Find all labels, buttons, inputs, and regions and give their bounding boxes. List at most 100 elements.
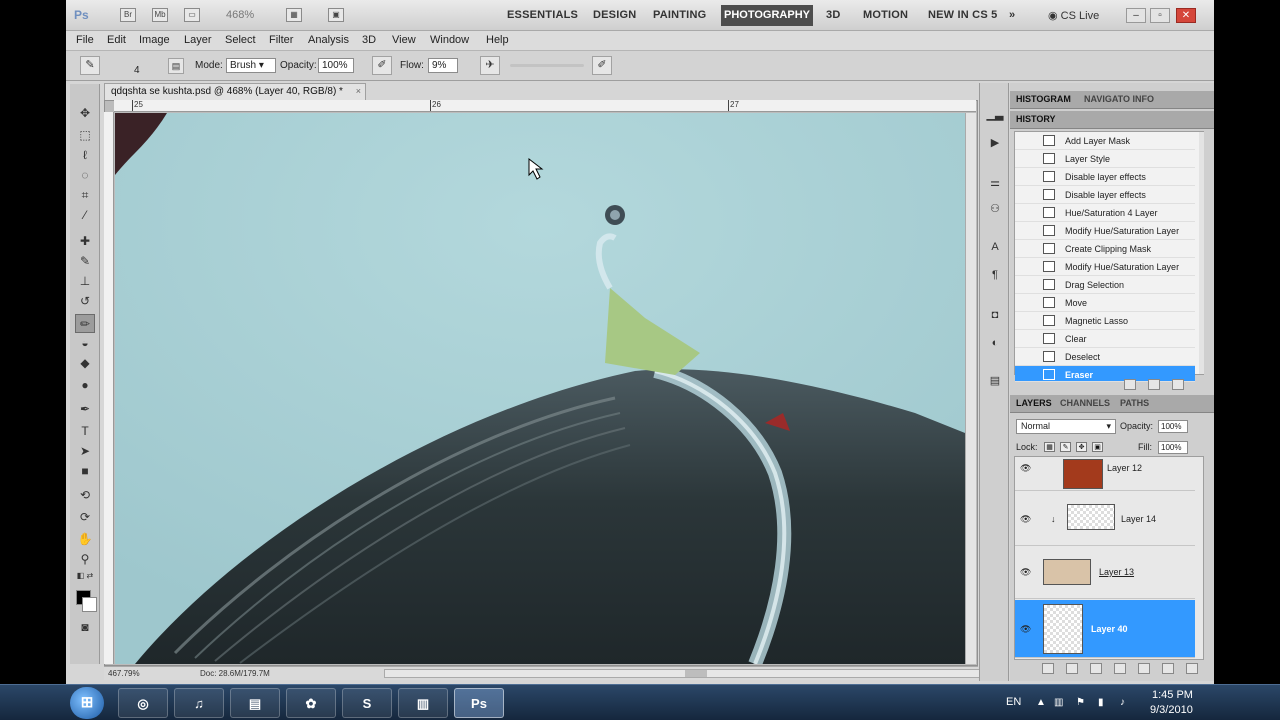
tab-navigator-info[interactable]: NAVIGATO INFO bbox=[1084, 94, 1154, 104]
clone-stamp-tool-icon[interactable]: ⊥ bbox=[75, 272, 95, 291]
zoom-level-dropdown[interactable]: 468% bbox=[226, 9, 254, 21]
pen-tool-icon[interactable]: ✒ bbox=[75, 400, 95, 419]
lock-transparent-icon[interactable]: ▦ bbox=[1044, 442, 1055, 452]
smoothing-slider[interactable] bbox=[510, 64, 584, 67]
history-item[interactable]: Add Layer Mask bbox=[1015, 132, 1195, 150]
notes-icon[interactable]: ▥ bbox=[398, 688, 448, 718]
history-item[interactable]: Clear bbox=[1015, 330, 1195, 348]
arrange-documents-icon[interactable]: ▦ bbox=[286, 8, 302, 22]
delete-layer-icon[interactable] bbox=[1186, 663, 1198, 674]
opacity-field[interactable]: 100% bbox=[318, 58, 354, 73]
view-extras-icon[interactable]: ▭ bbox=[184, 8, 200, 22]
new-document-from-state-icon[interactable] bbox=[1124, 379, 1136, 390]
blur-tool-icon[interactable]: ◆ bbox=[75, 354, 95, 373]
create-snapshot-icon[interactable] bbox=[1148, 379, 1160, 390]
lock-position-icon[interactable]: ✥ bbox=[1076, 442, 1087, 452]
minimize-button[interactable]: – bbox=[1126, 8, 1146, 23]
workspace-photography[interactable]: PHOTOGRAPHY bbox=[721, 5, 813, 26]
quick-mask-mode-icon[interactable]: ◙ bbox=[75, 618, 95, 637]
zoom-tool-icon[interactable]: ⚲ bbox=[75, 550, 95, 569]
eyedropper-tool-icon[interactable]: ⁄ bbox=[75, 206, 95, 225]
new-group-icon[interactable] bbox=[1138, 663, 1150, 674]
menu-file[interactable]: File bbox=[76, 34, 94, 46]
history-item[interactable]: Deselect bbox=[1015, 348, 1195, 366]
healing-brush-tool-icon[interactable]: ✚ bbox=[75, 232, 95, 251]
menu-window[interactable]: Window bbox=[430, 34, 469, 46]
layer-row[interactable]: 👁 Layer 12 bbox=[1015, 457, 1195, 491]
horizontal-scrollbar[interactable] bbox=[384, 669, 994, 678]
airbrush-icon[interactable]: ✈ bbox=[480, 56, 500, 75]
bridge-icon[interactable]: Br bbox=[120, 8, 136, 22]
menu-analysis[interactable]: Analysis bbox=[308, 34, 349, 46]
adjustment-layer-icon[interactable] bbox=[1114, 663, 1126, 674]
mini-bridge-icon[interactable]: Mb bbox=[152, 8, 168, 22]
brush-panel-toggle-icon[interactable]: ▤ bbox=[168, 58, 184, 74]
tablet-opacity-pressure-icon[interactable]: ✐ bbox=[372, 56, 392, 75]
brush-presets-icon[interactable]: ◐ bbox=[986, 335, 1004, 351]
clock-time[interactable]: 1:45 PM bbox=[1152, 689, 1193, 701]
path-selection-tool-icon[interactable]: ➤ bbox=[75, 442, 95, 461]
tab-history[interactable]: HISTORY bbox=[1016, 114, 1056, 124]
tablet-size-pressure-icon[interactable]: ✐ bbox=[592, 56, 612, 75]
3d-orbit-tool-icon[interactable]: ⟳ bbox=[75, 508, 95, 527]
default-colors-icon[interactable]: ◧ ⇄ bbox=[75, 570, 95, 582]
menu-edit[interactable]: Edit bbox=[107, 34, 126, 46]
history-item[interactable]: Hue/Saturation 4 Layer bbox=[1015, 204, 1195, 222]
lock-all-icon[interactable]: ▣ bbox=[1092, 442, 1103, 452]
blend-mode-select[interactable]: Normal ▾ bbox=[1016, 419, 1116, 434]
explorer-icon[interactable]: ▤ bbox=[230, 688, 280, 718]
workspace-design[interactable]: DESIGN bbox=[593, 9, 636, 21]
paragraph-icon[interactable]: ¶ bbox=[986, 267, 1004, 283]
visibility-eye-icon[interactable]: 👁 bbox=[1020, 514, 1031, 525]
volume-icon[interactable]: ♪ bbox=[1120, 697, 1125, 708]
cs-live-button[interactable]: ◉ CS Live bbox=[1048, 9, 1099, 22]
history-item[interactable]: Create Clipping Mask bbox=[1015, 240, 1195, 258]
crop-tool-icon[interactable]: ⌗ bbox=[75, 186, 95, 205]
visibility-eye-icon[interactable]: 👁 bbox=[1020, 624, 1031, 635]
lock-image-icon[interactable]: ✎ bbox=[1060, 442, 1071, 452]
network-icon[interactable]: ▥ bbox=[1054, 697, 1063, 708]
history-item[interactable]: Disable layer effects bbox=[1015, 186, 1195, 204]
background-color-swatch[interactable] bbox=[82, 597, 97, 612]
start-button[interactable]: ⊞ bbox=[70, 687, 104, 719]
image-canvas[interactable] bbox=[115, 113, 965, 664]
itunes-icon[interactable]: ♫ bbox=[174, 688, 224, 718]
menu-layer[interactable]: Layer bbox=[184, 34, 212, 46]
chrome-icon[interactable]: ◎ bbox=[118, 688, 168, 718]
tab-channels[interactable]: CHANNELS bbox=[1060, 398, 1110, 408]
history-brush-tool-icon[interactable]: ↺ bbox=[75, 292, 95, 311]
navigator-icon[interactable]: ▶ bbox=[986, 135, 1004, 151]
battery-icon[interactable]: ▮ bbox=[1098, 697, 1104, 708]
menu-3d[interactable]: 3D bbox=[362, 34, 376, 46]
history-scrollbar[interactable] bbox=[1199, 132, 1204, 374]
maximize-button[interactable]: ▫ bbox=[1150, 8, 1170, 23]
layer-opacity-field[interactable]: 100% bbox=[1158, 420, 1188, 433]
layer-row[interactable]: 👁 ↓ Layer 14 bbox=[1015, 492, 1195, 546]
3d-rotate-tool-icon[interactable]: ⟲ bbox=[75, 486, 95, 505]
visibility-eye-icon[interactable]: 👁 bbox=[1020, 463, 1031, 474]
brush-tool-icon[interactable]: ✎ bbox=[75, 252, 95, 271]
workspace-essentials[interactable]: ESSENTIALS bbox=[507, 9, 578, 21]
tab-histogram[interactable]: HISTOGRAM bbox=[1016, 94, 1071, 104]
type-tool-icon[interactable]: T bbox=[75, 422, 95, 441]
menu-help[interactable]: Help bbox=[486, 34, 509, 46]
adjustments-icon[interactable]: ⚌ bbox=[986, 175, 1004, 191]
horizontal-scroll-thumb[interactable] bbox=[685, 670, 707, 677]
history-item[interactable]: Drag Selection bbox=[1015, 276, 1195, 294]
visibility-eye-icon[interactable]: 👁 bbox=[1020, 567, 1031, 578]
layer-row[interactable]: 👁 Layer 13 bbox=[1015, 547, 1195, 599]
vertical-scrollbar[interactable] bbox=[965, 113, 976, 664]
history-item[interactable]: Modify Hue/Saturation Layer bbox=[1015, 258, 1195, 276]
close-document-icon[interactable]: × bbox=[356, 86, 361, 96]
styles-icon[interactable]: ▤ bbox=[986, 373, 1004, 389]
eraser-tool-icon[interactable]: ✏ bbox=[75, 314, 95, 333]
workspace-painting[interactable]: PAINTING bbox=[653, 9, 706, 21]
history-item[interactable]: Move bbox=[1015, 294, 1195, 312]
fill-field[interactable]: 100% bbox=[1158, 441, 1188, 454]
layer-style-icon[interactable] bbox=[1066, 663, 1078, 674]
hand-tool-icon[interactable]: ✋ bbox=[75, 530, 95, 549]
language-indicator[interactable]: EN bbox=[1006, 696, 1021, 708]
masks-icon[interactable]: ⚇ bbox=[986, 201, 1004, 217]
flow-field[interactable]: 9% bbox=[428, 58, 458, 73]
histogram-icon[interactable]: ▁▃ bbox=[986, 107, 1004, 123]
